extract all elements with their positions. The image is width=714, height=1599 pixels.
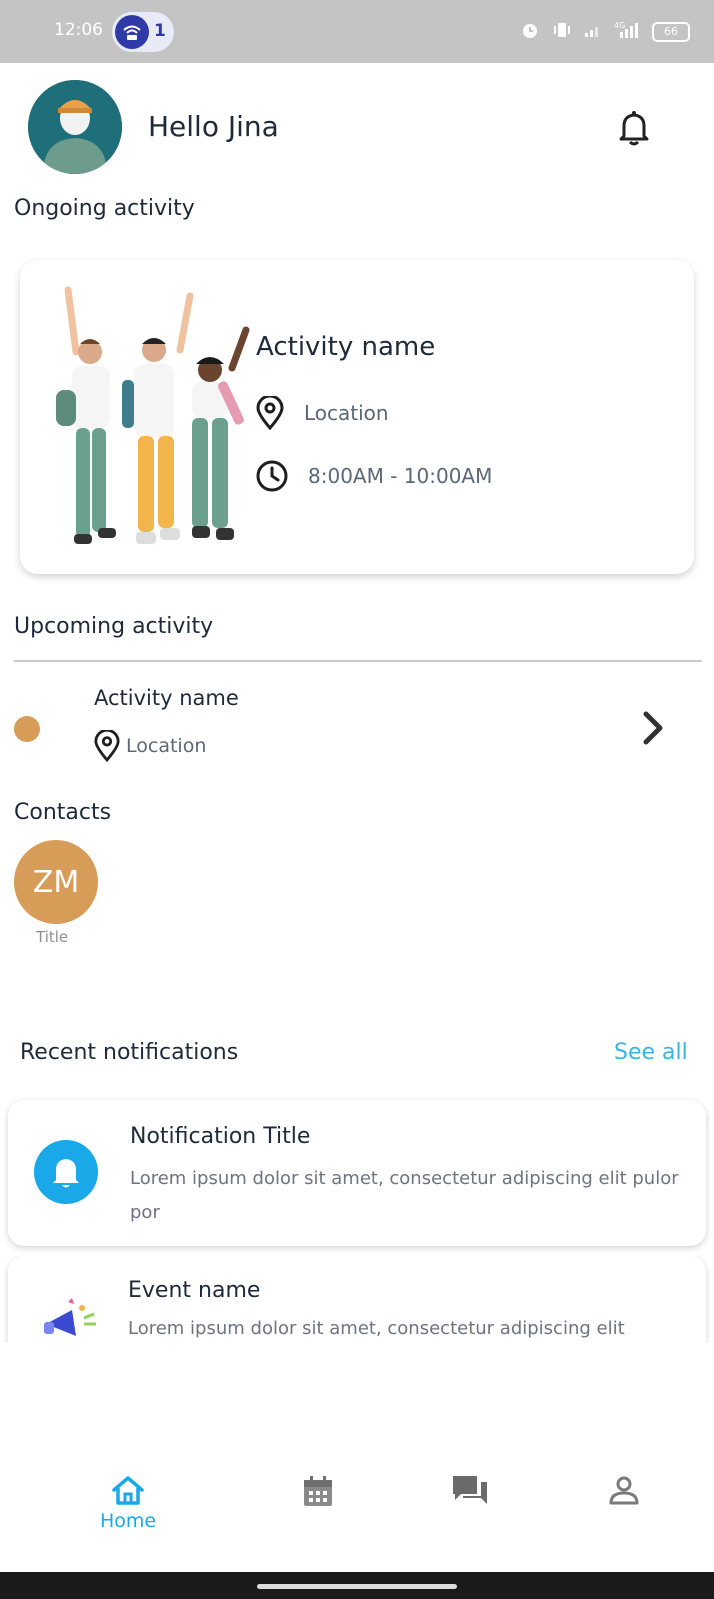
ongoing-section-title: Ongoing activity — [14, 196, 195, 221]
upcoming-location-row: Location — [94, 730, 206, 762]
profile-icon — [609, 1476, 639, 1505]
contacts-section-title: Contacts — [14, 800, 112, 825]
notifications-bell-button[interactable] — [616, 108, 652, 148]
status-bar: 12:06 1 4G 66 — [0, 0, 714, 63]
ongoing-location: Location — [304, 401, 389, 425]
hotspot-indicator[interactable]: 1 — [112, 12, 174, 52]
signal-4g-icon: 4G — [614, 20, 640, 44]
clock-icon — [256, 460, 288, 492]
ongoing-time-row: 8:00AM - 10:00AM — [256, 460, 492, 492]
greeting-text: Hello Jina — [148, 110, 279, 143]
wifi-hotspot-icon — [115, 15, 149, 49]
ongoing-location-row: Location — [256, 396, 389, 430]
event-notification-card[interactable]: Event name Lorem ipsum dolor sit amet, c… — [8, 1256, 706, 1342]
home-icon — [112, 1476, 144, 1505]
alarm-icon — [520, 20, 540, 44]
see-all-link[interactable]: See all — [614, 1040, 688, 1065]
notification-list-clip: Event name Lorem ipsum dolor sit amet, c… — [0, 1256, 714, 1342]
upcoming-activity-name[interactable]: Activity name — [94, 686, 239, 710]
megaphone-icon — [42, 1296, 98, 1342]
people-illustration — [56, 286, 250, 544]
signal-icon — [584, 22, 602, 42]
location-pin-icon — [94, 730, 120, 762]
bell-icon — [619, 111, 649, 146]
ongoing-time: 8:00AM - 10:00AM — [308, 464, 493, 488]
event-title: Event name — [128, 1278, 261, 1303]
nav-chat[interactable] — [440, 1474, 500, 1534]
nav-profile[interactable] — [594, 1474, 654, 1534]
battery-icon: 66 — [652, 22, 690, 42]
nav-home-label: Home — [99, 1510, 157, 1532]
chevron-right-icon — [643, 711, 663, 745]
bell-icon — [34, 1140, 98, 1204]
svg-text:4G: 4G — [614, 21, 625, 30]
upcoming-status-dot — [14, 716, 40, 742]
notification-title: Notification Title — [130, 1124, 311, 1149]
nav-calendar[interactable] — [288, 1474, 348, 1534]
notification-card[interactable]: Notification Title Lorem ipsum dolor sit… — [8, 1100, 706, 1246]
status-icons: 4G 66 — [520, 20, 690, 44]
calendar-icon — [304, 1476, 332, 1506]
notifications-section-title: Recent notifications — [20, 1040, 239, 1065]
status-time: 12:06 — [54, 20, 103, 40]
ongoing-activity-card[interactable]: Activity name Location 8:00AM - 10:00AM — [20, 260, 694, 574]
bottom-navigation: Home — [0, 1460, 714, 1580]
divider — [14, 660, 702, 662]
upcoming-open-button[interactable] — [640, 708, 668, 748]
upcoming-section-title: Upcoming activity — [14, 614, 214, 639]
contact-title: Title — [36, 928, 69, 946]
home-indicator[interactable] — [257, 1584, 457, 1589]
ongoing-activity-name: Activity name — [256, 332, 436, 362]
notification-body: Lorem ipsum dolor sit amet, consectetur … — [130, 1168, 679, 1223]
contact-avatar[interactable]: ZM — [14, 840, 98, 924]
user-avatar[interactable] — [28, 80, 122, 174]
location-pin-icon — [256, 396, 284, 430]
upcoming-location: Location — [126, 735, 207, 757]
vibrate-icon — [552, 20, 572, 44]
event-body: Lorem ipsum dolor sit amet, consectetur … — [128, 1318, 625, 1339]
nav-home[interactable]: Home — [98, 1474, 158, 1534]
chat-icon — [453, 1476, 487, 1504]
notification-count: 1 — [154, 21, 166, 41]
